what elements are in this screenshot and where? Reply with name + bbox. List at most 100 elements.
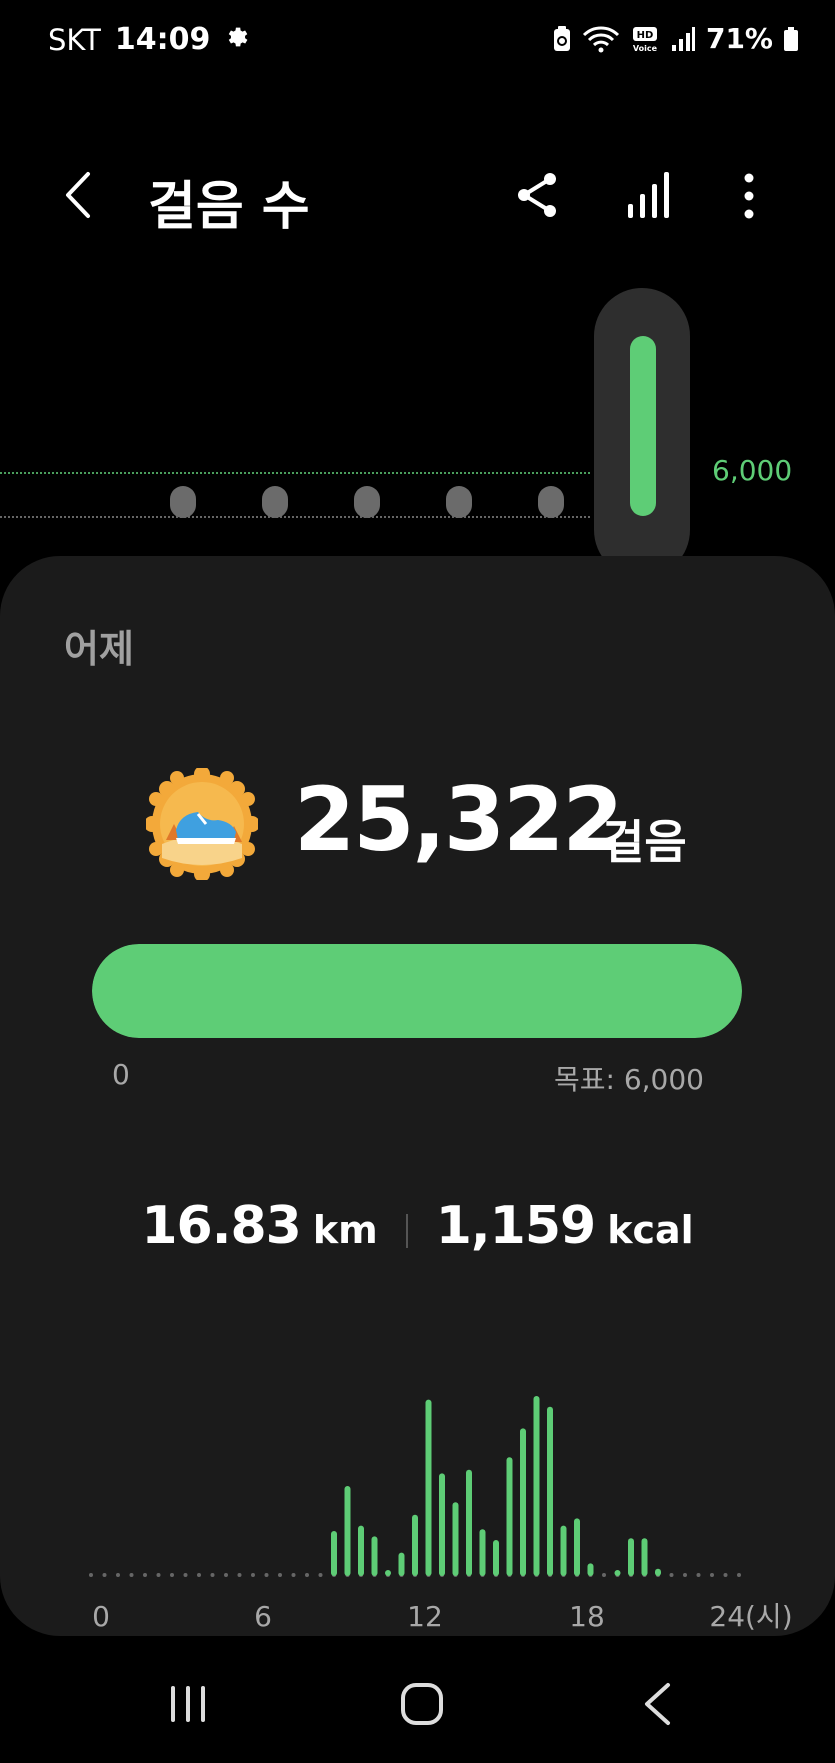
- distance-unit: km: [312, 1208, 378, 1252]
- hourly-bar: [371, 1536, 378, 1576]
- baseline-dot: [669, 1573, 674, 1577]
- x-tick-label: 24(시): [709, 1600, 792, 1633]
- x-tick-label: 0: [92, 1600, 110, 1633]
- carrier-label: SKT: [48, 22, 101, 57]
- bar-chart-icon[interactable]: [622, 168, 678, 224]
- share-icon[interactable]: [512, 170, 562, 220]
- baseline-dot: [737, 1573, 741, 1577]
- steps-unit: 걸음: [602, 815, 687, 869]
- baseline-dot: [696, 1573, 701, 1577]
- app-header: 걸음 수: [0, 150, 835, 240]
- baseline-dot: [170, 1573, 174, 1577]
- day-bar[interactable]: [170, 486, 196, 518]
- hourly-bar: [628, 1538, 634, 1576]
- steps-value: 25,322: [294, 768, 624, 871]
- baseline-dot: [278, 1573, 282, 1577]
- hourly-bar: [412, 1514, 418, 1576]
- system-nav-bar: [0, 1660, 835, 1763]
- hourly-bar: [385, 1570, 391, 1576]
- baseline-dot: [264, 1573, 269, 1577]
- settings-gear-icon: [224, 23, 250, 57]
- hourly-bar: [493, 1540, 499, 1576]
- hourly-bar: [520, 1428, 526, 1576]
- baseline-dot: [683, 1573, 687, 1577]
- hd-voice-icon: HD Voice: [630, 25, 660, 53]
- hourly-bar: [506, 1457, 513, 1576]
- recent-apps-icon[interactable]: [168, 1684, 208, 1724]
- progress-min-label: 0: [112, 1058, 130, 1091]
- day-bar[interactable]: [262, 486, 288, 518]
- baseline-dot: [183, 1573, 188, 1577]
- goal-progress-fill: [92, 944, 742, 1038]
- recycle-icon: [552, 25, 572, 53]
- battery-icon: [783, 25, 799, 53]
- x-tick-label: 12: [407, 1600, 443, 1633]
- hourly-bar: [425, 1399, 432, 1576]
- hourly-bar: [574, 1518, 580, 1576]
- progress-goal-label: 목표: 6,000: [553, 1063, 704, 1096]
- baseline-dot: [210, 1573, 215, 1577]
- calories-unit: kcal: [607, 1208, 694, 1252]
- day-bar[interactable]: [446, 486, 472, 518]
- hourly-bar: [587, 1563, 594, 1576]
- calories-stat: 1,159 kcal: [436, 1196, 694, 1256]
- hourly-steps-chart: 0 6 12 18 24(시): [89, 1396, 793, 1633]
- hourly-bar: [533, 1396, 540, 1576]
- baseline-dot: [237, 1573, 242, 1577]
- wifi-icon: [582, 25, 620, 53]
- signal-icon: [670, 25, 696, 53]
- x-tick-label: 6: [254, 1600, 272, 1633]
- hourly-bar: [560, 1525, 567, 1576]
- distance-stat: 16.83 km: [141, 1196, 377, 1256]
- baseline-dot: [129, 1573, 134, 1577]
- battery-label: 71%: [705, 22, 773, 55]
- baseline-dot: [102, 1573, 107, 1577]
- baseline-dot: [143, 1573, 147, 1577]
- hourly-bar: [614, 1570, 621, 1576]
- baseline-dot: [251, 1573, 255, 1577]
- goal-line: [0, 472, 590, 474]
- back-arrow-icon[interactable]: [56, 170, 106, 220]
- hourly-bar: [547, 1406, 553, 1576]
- hourly-bar: [358, 1525, 364, 1576]
- distance-value: 16.83: [141, 1196, 301, 1256]
- home-icon[interactable]: [400, 1682, 444, 1726]
- more-vertical-icon[interactable]: [735, 168, 763, 224]
- page-title: 걸음 수: [148, 177, 310, 237]
- baseline-dot: [723, 1573, 728, 1577]
- baseline-line: [0, 516, 590, 518]
- hourly-bar: [439, 1473, 445, 1576]
- calories-value: 1,159: [435, 1196, 596, 1256]
- baseline-dot: [197, 1573, 201, 1577]
- hourly-bar: [452, 1502, 459, 1576]
- day-label: 어제: [64, 627, 134, 671]
- hourly-bar: [331, 1531, 337, 1576]
- hourly-bar: [344, 1486, 351, 1576]
- hourly-bar: [466, 1469, 472, 1576]
- clock-time: 14:09: [114, 22, 211, 57]
- baseline-dot: [116, 1573, 120, 1577]
- baseline-dot: [89, 1573, 93, 1577]
- weekly-step-strip: 6,000: [0, 280, 835, 578]
- back-icon[interactable]: [642, 1682, 672, 1726]
- status-bar: SKT 14:09 HD Voice 71%: [0, 0, 835, 84]
- baseline-dot: [291, 1573, 296, 1577]
- baseline-dot: [156, 1573, 161, 1577]
- sneaker-badge-icon: [144, 766, 260, 882]
- stat-divider: [405, 1214, 408, 1248]
- stats-row: 16.83 km 1,159 kcal: [0, 1196, 835, 1266]
- day-bar[interactable]: [354, 486, 380, 518]
- selected-day-bar: [630, 336, 656, 516]
- baseline-dot: [318, 1573, 323, 1577]
- hourly-bar: [655, 1568, 661, 1576]
- baseline-dot: [305, 1573, 309, 1577]
- baseline-dot: [224, 1573, 228, 1577]
- daily-summary-card: 어제 25,322 걸음 0 목표: 6,000 16.83 km 1,159 …: [0, 556, 835, 1636]
- svg-text:Voice: Voice: [633, 44, 658, 53]
- svg-text:HD: HD: [637, 30, 654, 41]
- x-tick-label: 18: [569, 1600, 605, 1633]
- day-bar[interactable]: [538, 486, 564, 518]
- goal-label: 6,000: [712, 454, 793, 487]
- goal-progress-bar: [92, 944, 742, 1038]
- baseline-dot: [710, 1573, 714, 1577]
